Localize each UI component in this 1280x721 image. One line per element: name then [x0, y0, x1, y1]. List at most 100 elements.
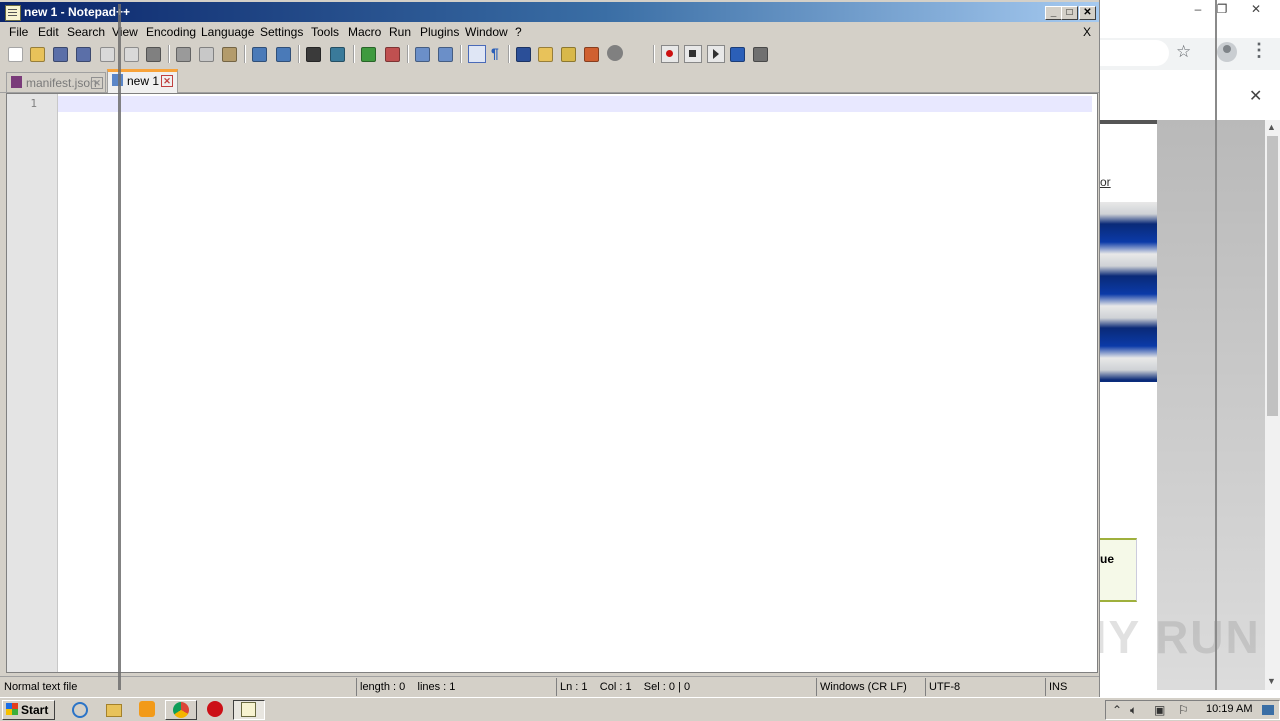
line-number: 1: [30, 97, 37, 110]
tab-manifest-json[interactable]: manifest.json ✕: [6, 72, 106, 92]
record-macro-icon[interactable]: [661, 45, 679, 63]
bookmark-star-icon[interactable]: ☆: [1176, 42, 1191, 62]
print-icon[interactable]: [146, 47, 161, 62]
show-all-chars-icon[interactable]: ¶: [491, 45, 507, 61]
text-area[interactable]: [58, 94, 1095, 672]
browser-menu-icon[interactable]: ⋮: [1250, 40, 1268, 61]
title-bar[interactable]: new 1 - Notepad++ _ □ ✕: [0, 2, 1099, 22]
status-position: Ln : 1 Col : 1 Sel : 0 | 0: [556, 678, 815, 696]
address-bar[interactable]: [1099, 40, 1169, 66]
undo-icon[interactable]: [252, 47, 267, 62]
menu-run[interactable]: Run: [389, 25, 411, 39]
paste-icon[interactable]: [222, 47, 237, 62]
menu-encoding[interactable]: Encoding: [146, 25, 196, 39]
menu-help[interactable]: ?: [515, 25, 522, 39]
media-player-icon[interactable]: [139, 701, 155, 717]
cut-icon[interactable]: [176, 47, 191, 62]
find-icon[interactable]: [306, 47, 321, 62]
taskbar: Start ⌃ 🔈︎ ▣ ⚐ 10:19 AM: [0, 697, 1280, 721]
save-macro-icon[interactable]: [753, 47, 768, 62]
menu-window[interactable]: Window: [465, 25, 508, 39]
tab-bar: manifest.json ✕ new 1 ✕: [0, 69, 1099, 95]
clock[interactable]: 10:19 AM: [1206, 703, 1252, 715]
save-all-icon[interactable]: [76, 47, 91, 62]
page-link[interactable]: or: [1100, 175, 1111, 189]
folder-icon[interactable]: [106, 704, 122, 717]
close-document-button[interactable]: X: [1083, 25, 1091, 39]
word-wrap-icon[interactable]: [468, 45, 486, 63]
chrome-icon: [173, 702, 189, 718]
close-all-icon[interactable]: [124, 47, 139, 62]
maximize-button[interactable]: □: [1061, 6, 1078, 20]
run-macro-multiple-icon[interactable]: [730, 47, 745, 62]
status-length-lines: length : 0 lines : 1: [356, 678, 555, 696]
network-icon[interactable]: ▣: [1154, 703, 1165, 717]
editor-pane[interactable]: 1: [6, 93, 1098, 673]
page-card: [1099, 538, 1137, 602]
volume-icon[interactable]: 🔈︎: [1130, 703, 1137, 718]
menu-tools[interactable]: Tools: [311, 25, 339, 39]
page-card-text: ue: [1100, 552, 1115, 566]
infobar-close-icon[interactable]: ✕: [1249, 86, 1262, 106]
tab-label: new 1: [127, 74, 160, 88]
status-length: length : 0: [360, 681, 406, 693]
minimize-button[interactable]: _: [1045, 6, 1062, 20]
status-encoding[interactable]: UTF-8: [925, 678, 1044, 696]
status-file-type: Normal text file: [4, 681, 78, 693]
menu-macro[interactable]: Macro: [348, 25, 381, 39]
zoom-in-icon[interactable]: [361, 47, 376, 62]
save-icon[interactable]: [53, 47, 68, 62]
toolbar-separator: [508, 45, 510, 63]
close-window-button[interactable]: ✕: [1079, 6, 1096, 20]
doc-map-icon[interactable]: [538, 47, 553, 62]
menu-edit[interactable]: Edit: [38, 25, 59, 39]
line-number-gutter: 1: [7, 94, 58, 672]
sync-horizontal-icon[interactable]: [438, 47, 453, 62]
indent-guide-icon[interactable]: [516, 47, 531, 62]
play-macro-icon[interactable]: [707, 45, 725, 63]
scroll-down-arrow-icon[interactable]: ▼: [1267, 676, 1276, 686]
notepad-app-icon[interactable]: [5, 5, 21, 21]
page-scroll-thumb[interactable]: [1267, 136, 1278, 416]
page-header-strip: [1099, 120, 1157, 124]
new-file-icon[interactable]: [8, 47, 23, 62]
internet-explorer-icon[interactable]: [72, 702, 88, 718]
sync-vertical-icon[interactable]: [415, 47, 430, 62]
open-file-icon[interactable]: [30, 47, 45, 62]
taskbar-chrome-button[interactable]: [165, 700, 197, 720]
replace-icon[interactable]: [330, 47, 345, 62]
tab-close-icon[interactable]: ✕: [161, 75, 173, 87]
toolbar-separator: [460, 45, 462, 63]
scroll-up-arrow-icon[interactable]: ▲: [1267, 122, 1276, 132]
taskbar-notepad-button[interactable]: [233, 700, 265, 720]
browser-close-button[interactable]: ✕: [1246, 2, 1266, 16]
menu-file[interactable]: File: [9, 25, 28, 39]
show-desktop-icon[interactable]: [1262, 705, 1274, 715]
monitoring-icon[interactable]: [607, 45, 623, 61]
file-icon: [11, 76, 22, 88]
menu-view[interactable]: View: [112, 25, 138, 39]
menu-settings[interactable]: Settings: [260, 25, 303, 39]
menu-search[interactable]: Search: [67, 25, 105, 39]
copy-icon[interactable]: [199, 47, 214, 62]
redo-icon[interactable]: [276, 47, 291, 62]
action-center-flag-icon[interactable]: ⚐: [1178, 703, 1189, 717]
zoom-out-icon[interactable]: [385, 47, 400, 62]
toolbar-separator: [244, 45, 246, 63]
folder-workspace-icon[interactable]: [584, 47, 599, 62]
profile-avatar-icon[interactable]: [1217, 42, 1237, 62]
menu-plugins[interactable]: Plugins: [420, 25, 459, 39]
tab-close-icon[interactable]: ✕: [91, 77, 103, 89]
toolbar-separator: [168, 45, 170, 63]
start-button[interactable]: Start: [2, 700, 55, 720]
opera-icon[interactable]: [207, 701, 223, 717]
function-list-icon[interactable]: [561, 47, 576, 62]
status-ln: Ln : 1: [560, 681, 588, 693]
status-eol[interactable]: Windows (CR LF): [816, 678, 924, 696]
status-col: Col : 1: [599, 681, 632, 693]
show-hidden-icons-icon[interactable]: ⌃: [1112, 703, 1122, 717]
stop-record-icon[interactable]: [684, 45, 702, 63]
menu-language[interactable]: Language: [201, 25, 254, 39]
browser-minimize-button[interactable]: –: [1188, 2, 1208, 16]
close-icon[interactable]: [100, 47, 115, 62]
